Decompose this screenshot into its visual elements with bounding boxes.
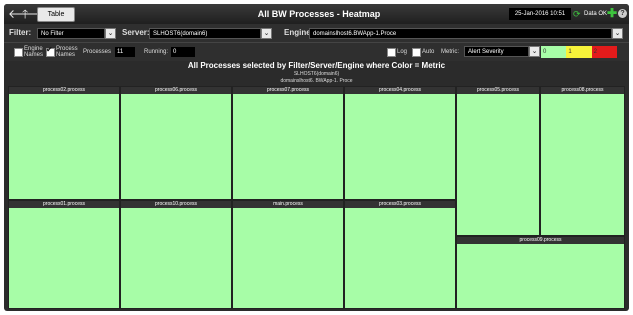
engine-dropdown-icon[interactable]: ⌄ <box>612 28 623 39</box>
legend-swatch: 2 <box>591 46 617 58</box>
metric-dropdown-icon[interactable]: ⌄ <box>529 46 540 57</box>
heatmap-cell-label: main.process <box>233 201 343 208</box>
tooltip-engine: domainslhost6. BWApp-1. Proce <box>280 78 353 84</box>
process-names-label-2: Names <box>56 52 76 58</box>
engine-names-checkbox[interactable] <box>14 48 23 57</box>
heatmap-window: 🡐 🡑 Table All BW Processes - Heatmap 25-… <box>4 4 629 311</box>
metric-label: Metric: <box>441 49 459 55</box>
heatmap-cell-label: process01.process <box>9 201 119 208</box>
options-bar: Engine Names Process Names Processes 11 … <box>4 42 629 61</box>
heatmap-cell-label: process07.process <box>233 87 343 94</box>
heatmap-cell-label: process06.process <box>121 87 231 94</box>
heatmap-cell-label: process09.process <box>457 237 624 244</box>
heatmap-cell[interactable]: process09.process <box>456 236 625 309</box>
heatmap-cell-label: process10.process <box>121 201 231 208</box>
add-icon[interactable]: ✚ <box>607 7 617 20</box>
log-label: Log <box>397 49 408 55</box>
running-count: 0 <box>171 47 195 57</box>
heatmap-subtitle: All Processes selected by Filter/Server/… <box>187 61 446 70</box>
heatmap-cell-label: process05.process <box>457 87 539 94</box>
metric-select[interactable]: Alert Severity <box>464 46 529 57</box>
title-bar: 🡐 🡑 Table All BW Processes - Heatmap 25-… <box>4 4 629 24</box>
up-arrow-icon[interactable]: 🡑 <box>22 7 28 21</box>
engine-select[interactable]: domainslhost6.BWApp-1.Proce <box>309 28 612 39</box>
log-checkbox[interactable] <box>387 48 396 57</box>
color-legend: 012 <box>541 46 617 58</box>
heatmap-cell-label: process02.process <box>9 87 119 94</box>
legend-swatch: 0 <box>541 46 567 58</box>
data-ok-status: Data OK <box>584 11 608 17</box>
server-label: Server: <box>122 28 150 37</box>
legend-swatch: 1 <box>566 46 592 58</box>
processes-label: Processes <box>83 49 112 55</box>
heatmap-cell[interactable]: process08.process <box>540 86 625 236</box>
heatmap-cell[interactable]: process03.process <box>344 200 456 309</box>
server-dropdown-icon[interactable]: ⌄ <box>261 28 272 39</box>
help-icon[interactable]: ? <box>618 9 627 18</box>
heatmap-cell-label: process04.process <box>345 87 455 94</box>
heatmap-cell-label: process08.process <box>541 87 624 94</box>
server-select[interactable]: SLHOST6(domain6) <box>149 28 261 39</box>
heatmap-tooltip: SLHOST6(domain6) domainslhost6. BWApp-1.… <box>4 71 629 85</box>
filter-bar: Filter: No Filter ⌄ Server: SLHOST6(doma… <box>4 24 629 42</box>
heatmap-cell[interactable]: process07.process <box>232 86 344 200</box>
running-label: Running: <box>144 49 169 55</box>
tooltip-server: SLHOST6(domain6) <box>293 71 340 77</box>
auto-checkbox[interactable] <box>412 48 421 57</box>
date-display: 25-Jan-2016 10:51 <box>509 8 571 20</box>
page-title: All BW Processes - Heatmap <box>257 9 381 19</box>
heatmap-cell[interactable]: main.process <box>232 200 344 309</box>
filter-dropdown-icon[interactable]: ⌄ <box>105 28 116 39</box>
process-names-checkbox[interactable] <box>46 45 55 57</box>
heatmap-cell[interactable]: process02.process <box>8 86 120 200</box>
processes-count: 11 <box>115 47 135 57</box>
auto-label: Auto <box>422 49 435 55</box>
filter-label: Filter: <box>9 28 32 37</box>
heatmap-cell[interactable]: process10.process <box>120 200 232 309</box>
heatmap-cell[interactable]: process01.process <box>8 200 120 309</box>
heatmap-cell-label: process03.process <box>345 201 455 208</box>
table-button[interactable]: Table <box>37 7 75 22</box>
heatmap-cell[interactable]: process04.process <box>344 86 456 200</box>
heatmap-cell[interactable]: process06.process <box>120 86 232 200</box>
heatmap-cell[interactable]: process05.process <box>456 86 540 236</box>
data-ok-icon: ⟳ <box>573 9 581 19</box>
engine-names-label-2: Names <box>24 52 44 58</box>
filter-select[interactable]: No Filter <box>37 28 105 39</box>
